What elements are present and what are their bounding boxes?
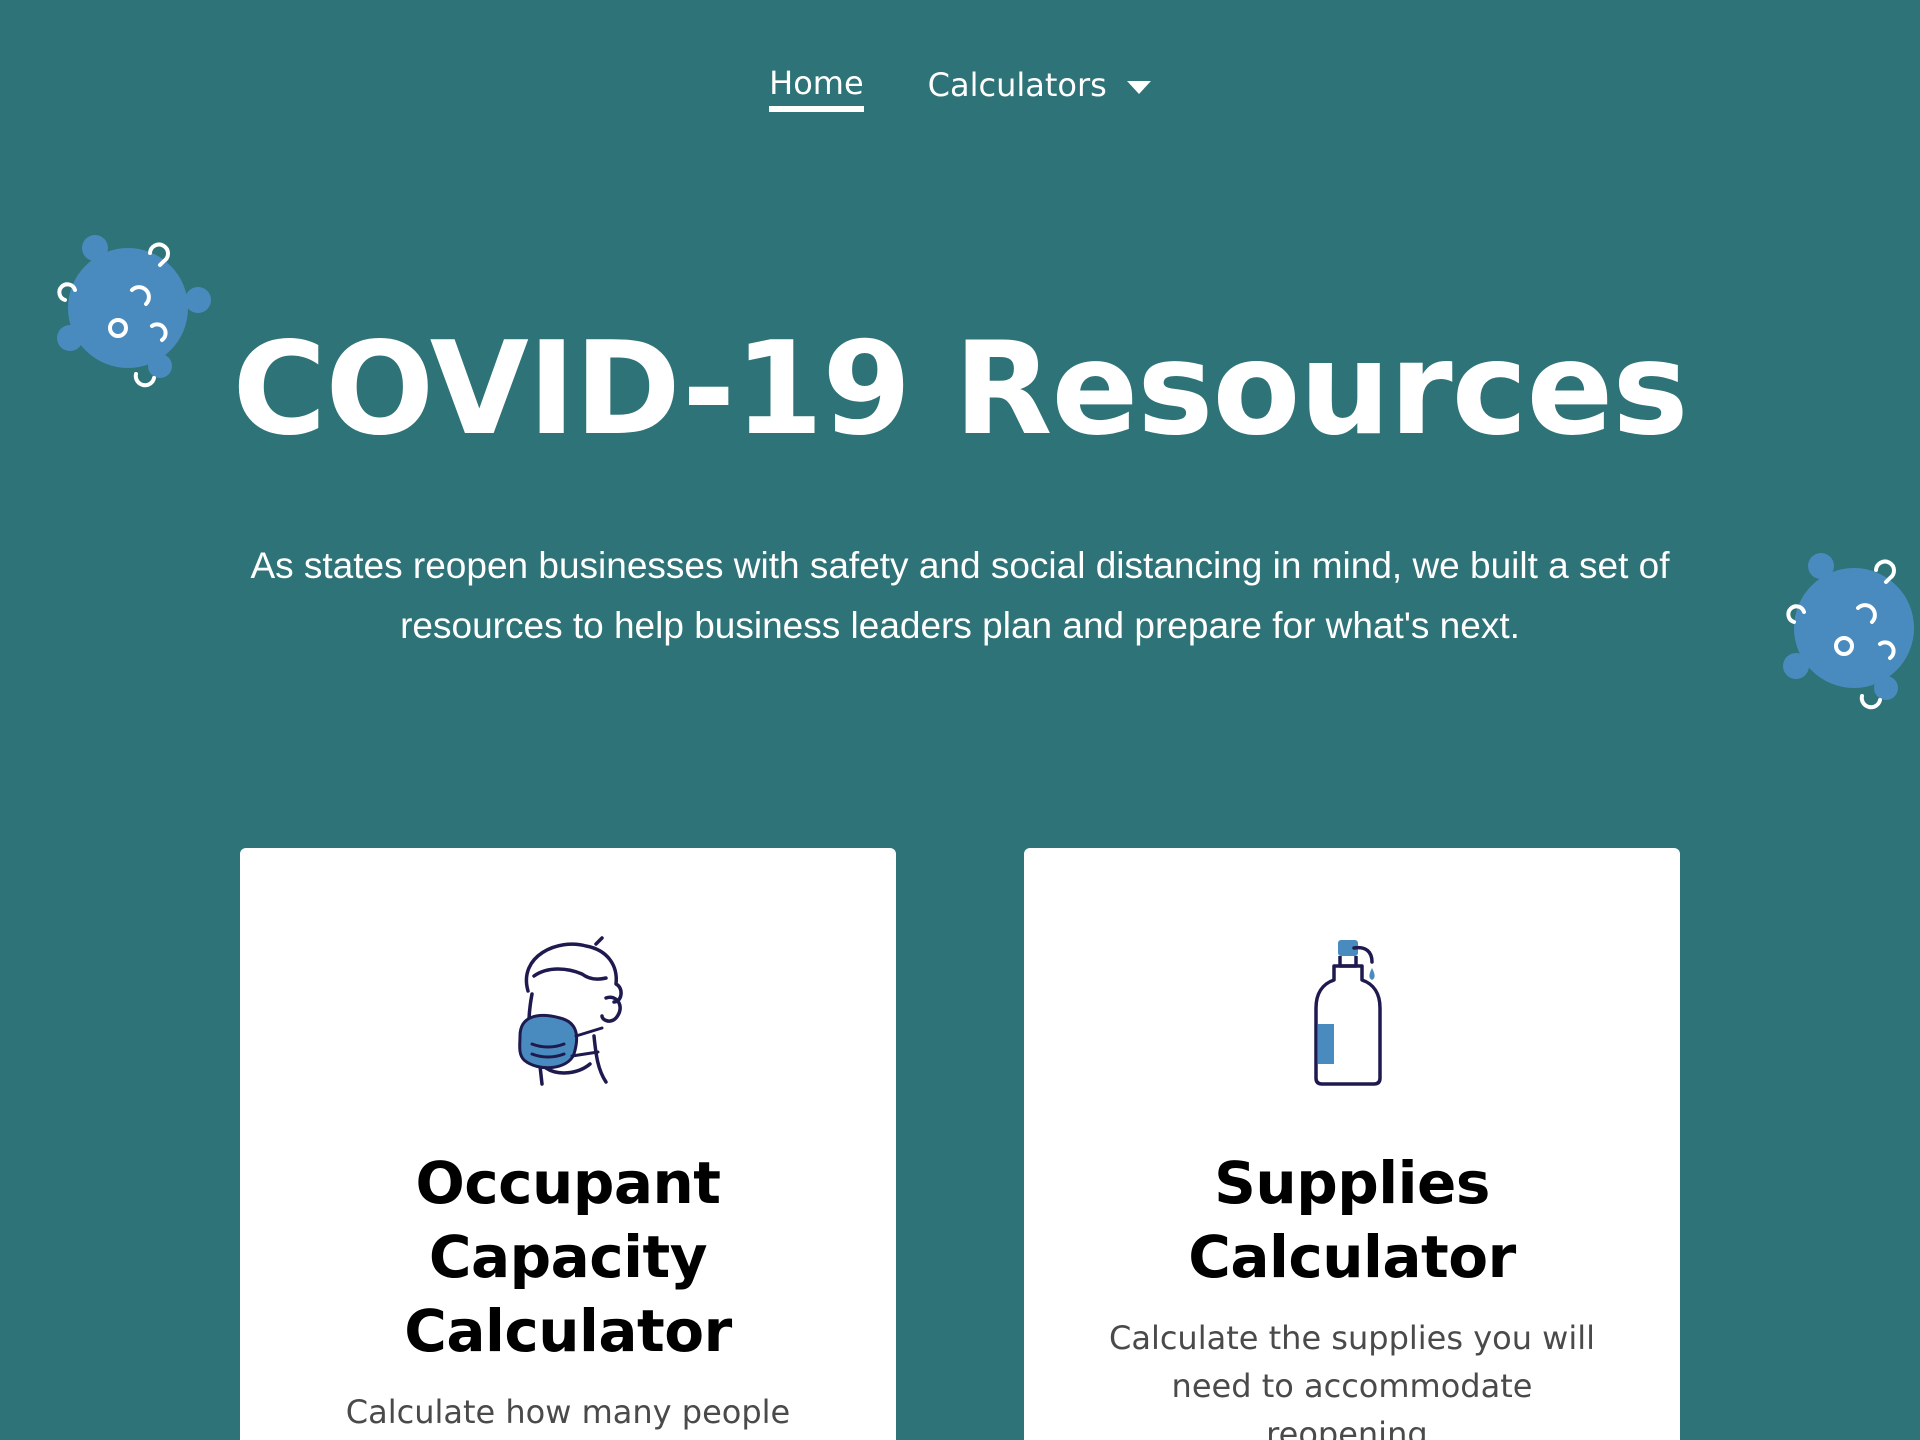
nav-home-label: Home [769, 64, 864, 102]
card-title: Occupant Capacity Calculator [404, 1149, 732, 1365]
chevron-down-icon [1126, 80, 1151, 94]
nav-home-link[interactable]: Home [769, 64, 864, 112]
card-description: Calculate how many people your business … [345, 1393, 791, 1431]
page-subtitle: As states reopen businesses with safety … [250, 545, 1670, 646]
card-description: Calculate the supplies you will need to … [1108, 1319, 1595, 1440]
nav-calculators-label: Calculators [927, 66, 1107, 104]
virus-icon [1783, 553, 1914, 710]
supplies-card[interactable]: Supplies Calculator Calculate the suppli… [1024, 848, 1680, 1440]
top-nav: Home Calculators [0, 64, 1920, 112]
person-mask-icon [518, 936, 623, 1086]
nav-calculators-dropdown[interactable]: Calculators [928, 64, 1151, 112]
card-title: Supplies Calculator [1188, 1149, 1516, 1291]
page: Home Calculators COVID-19 Resources As s… [0, 0, 1920, 1440]
occupant-capacity-card[interactable]: Occupant Capacity Calculator Calculate h… [240, 848, 896, 1440]
page-title: COVID-19 Resources [232, 315, 1688, 464]
sanitizer-bottle-icon [1314, 940, 1382, 1086]
